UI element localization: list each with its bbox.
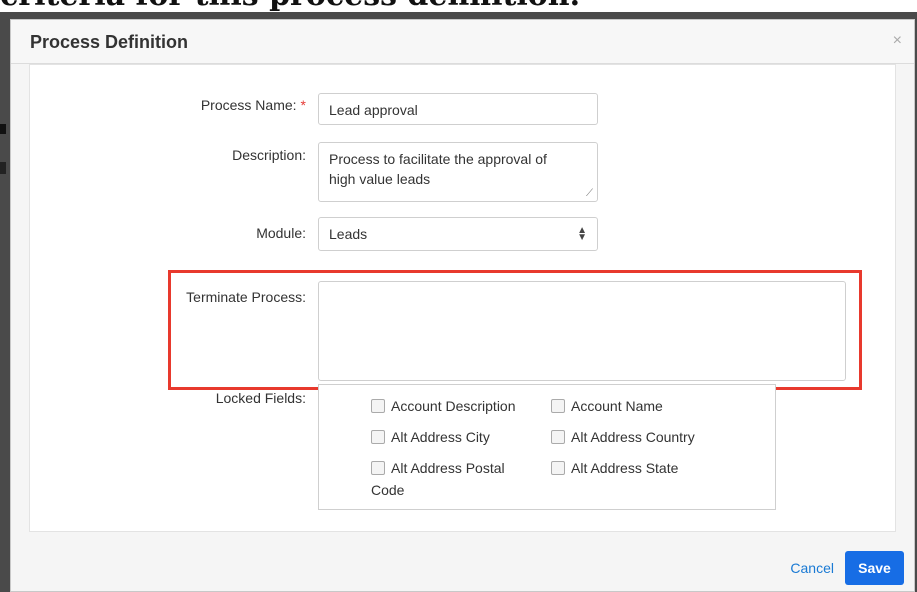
highlight-box: [168, 270, 862, 390]
checkbox[interactable]: [371, 399, 385, 413]
process-name-input[interactable]: Lead approval: [318, 93, 598, 125]
checkbox-label: Alt Address City: [391, 429, 490, 445]
required-marker: *: [300, 97, 306, 113]
resize-handle-icon[interactable]: ⟋: [586, 189, 594, 199]
backdrop-edge-mark: [0, 162, 6, 174]
description-label: Description:: [232, 147, 306, 163]
modal-title: Process Definition: [30, 32, 189, 52]
select-arrows-icon: ▲ ▼: [577, 225, 587, 243]
cancel-button[interactable]: Cancel: [790, 560, 834, 576]
close-icon[interactable]: ×: [893, 32, 902, 50]
checkbox-label: Alt Address State: [571, 460, 679, 476]
modal-header: Process Definition ×: [11, 20, 914, 64]
checkbox[interactable]: [551, 399, 565, 413]
module-selected-value: Leads: [329, 226, 368, 242]
description-line: high value leads: [329, 171, 431, 187]
checkbox[interactable]: [551, 461, 565, 475]
backdrop-edge-mark: [0, 124, 6, 134]
checkbox[interactable]: [551, 430, 565, 444]
checkbox-label: Alt Address Postal: [391, 460, 505, 476]
locked-fields-label: Locked Fields:: [215, 390, 306, 406]
checkbox-label: Alt Address Country: [571, 429, 695, 445]
description-textarea[interactable]: Process to facilitate the approval of hi…: [318, 142, 598, 202]
locked-field-option[interactable]: Account Name: [551, 395, 663, 417]
checkbox[interactable]: [371, 430, 385, 444]
locked-field-option[interactable]: Alt Address State: [551, 457, 678, 479]
locked-fields-box: Account Description Account Name Alt Add…: [318, 384, 776, 510]
locked-field-option[interactable]: Alt Address City: [371, 426, 490, 448]
process-name-label: Process Name: *: [46, 97, 306, 113]
checkbox-label: Account Description: [391, 398, 516, 414]
process-name-label-text: Process Name:: [200, 97, 297, 113]
module-label: Module:: [256, 225, 306, 241]
description-line: Process to facilitate the approval of: [329, 151, 547, 167]
checkbox[interactable]: [371, 461, 385, 475]
locked-field-option[interactable]: Alt Address Postal: [371, 457, 505, 479]
checkbox-label: Account Name: [571, 398, 663, 414]
save-button[interactable]: Save: [845, 551, 904, 585]
locked-field-option[interactable]: Account Description: [371, 395, 516, 417]
checkbox-label-continued: Code: [371, 482, 405, 498]
modal-body: Process Name: * Lead approval Description…: [29, 64, 896, 532]
process-definition-modal: Process Definition × Process Name: * Lead…: [10, 19, 915, 592]
locked-field-option[interactable]: Alt Address Country: [551, 426, 695, 448]
module-select[interactable]: Leads ▲ ▼: [318, 217, 598, 251]
